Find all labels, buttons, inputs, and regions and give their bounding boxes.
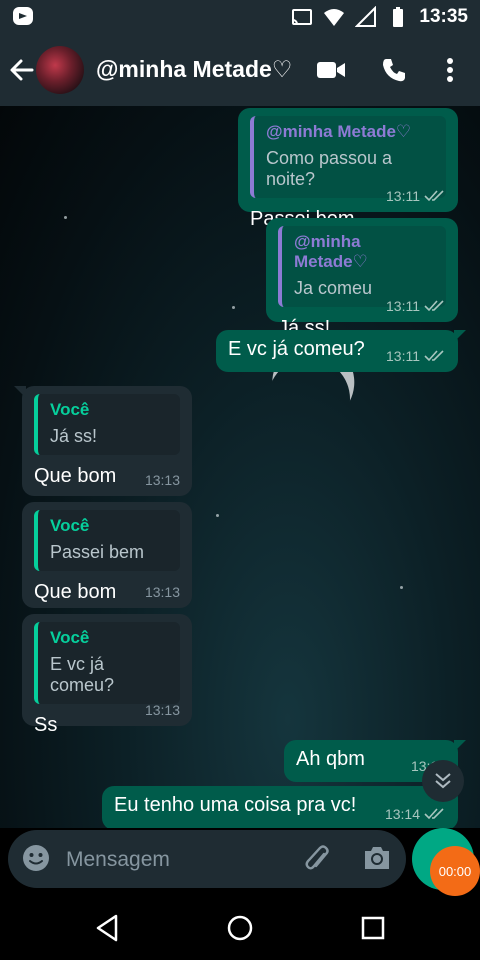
chat-area[interactable]: @minha Metade♡ Como passou a noite? Pass… <box>0 106 480 828</box>
message-time: 13:13 <box>144 702 180 718</box>
message-bubble-outgoing[interactable]: Eu tenho uma coisa pra vc! 13:14 <box>102 786 458 828</box>
nav-recents-icon[interactable] <box>357 912 389 944</box>
message-time: 13:11 <box>386 298 420 314</box>
quoted-message[interactable]: @minha Metade♡ Ja comeu <box>278 226 446 307</box>
nav-home-icon[interactable] <box>224 912 256 944</box>
bubble-tail <box>14 386 26 398</box>
attach-paperclip-icon[interactable] <box>304 844 332 874</box>
quoted-message[interactable]: Você E vc já comeu? <box>34 622 180 704</box>
message-bubble-outgoing[interactable]: E vc já comeu? 13:11 <box>216 330 466 372</box>
quoted-text: Passei bem <box>50 542 145 562</box>
quoted-text: Ja comeu <box>294 278 373 298</box>
message-time: 13:11 <box>386 348 420 364</box>
more-options-icon <box>447 58 453 82</box>
message-meta: 13:13 <box>145 584 180 600</box>
video-call-button[interactable] <box>315 54 347 86</box>
emoji-icon[interactable] <box>22 844 50 872</box>
message-bubble-incoming[interactable]: Você Passei bem Que bom 13:13 <box>22 502 192 608</box>
wallpaper-star <box>232 306 235 309</box>
cast-icon <box>292 9 313 25</box>
battery-icon <box>393 7 404 27</box>
nav-back-icon[interactable] <box>92 912 124 944</box>
double-check-icon <box>424 808 444 820</box>
quoted-author: @minha Metade♡ <box>266 122 412 141</box>
signal-icon <box>355 6 377 27</box>
contact-avatar[interactable] <box>36 46 84 94</box>
quoted-author: Você <box>50 400 90 419</box>
quoted-text: Como passou a noite? <box>266 148 393 189</box>
back-arrow-icon[interactable] <box>8 56 36 84</box>
contact-name[interactable]: @minha Metade♡ <box>96 56 292 83</box>
wifi-icon <box>324 9 345 26</box>
message-compose-bar <box>8 830 406 890</box>
status-icons: 13:35 <box>291 4 468 30</box>
quoted-text: E vc já comeu? <box>50 654 115 695</box>
message-time: 13:13 <box>144 584 180 600</box>
message-bubble-incoming[interactable]: Você Já ss! Que bom 13:13 <box>14 386 192 496</box>
message-time: 13:14 <box>384 806 420 822</box>
quoted-text: Já ss! <box>50 426 98 446</box>
camera-icon[interactable] <box>362 844 392 872</box>
message-meta: 13:11 <box>386 298 446 314</box>
recording-timer-badge[interactable]: 00:00 <box>430 846 480 896</box>
double-check-icon <box>424 300 444 312</box>
bubble-tail <box>454 740 466 752</box>
android-nav-bar <box>0 896 480 960</box>
status-time: 13:35 <box>419 6 468 27</box>
wallpaper-star <box>216 514 219 517</box>
message-meta: 13:14 <box>385 806 446 822</box>
voice-call-button[interactable] <box>378 54 410 86</box>
quoted-author: Você <box>50 516 90 535</box>
phone-icon <box>383 59 405 82</box>
whatsapp-status-icon <box>13 7 33 25</box>
message-meta: 13:11 <box>386 188 446 204</box>
message-bubble-outgoing[interactable]: @minha Metade♡ Como passou a noite? Pass… <box>238 108 458 230</box>
more-options-button[interactable] <box>434 54 466 86</box>
double-check-icon <box>424 350 444 362</box>
quoted-message[interactable]: Você Já ss! <box>34 394 180 455</box>
message-time: 13:11 <box>386 188 420 204</box>
video-call-icon <box>317 62 345 78</box>
message-bubble-outgoing[interactable]: @minha Metade♡ Ja comeu Já ss! 13:11 <box>266 218 458 339</box>
message-input[interactable] <box>64 830 288 890</box>
double-check-icon <box>424 190 444 202</box>
chat-header: @minha Metade♡ <box>0 34 480 106</box>
scroll-to-bottom-button[interactable] <box>422 760 464 802</box>
quoted-author: @minha Metade♡ <box>294 232 368 271</box>
quoted-message[interactable]: Você Passei bem <box>34 510 180 571</box>
message-meta: 13:13 <box>145 702 180 718</box>
wallpaper-star <box>400 586 403 589</box>
quoted-message[interactable]: @minha Metade♡ Como passou a noite? <box>250 116 446 198</box>
wallpaper-star <box>64 216 67 219</box>
message-meta: 13:13 <box>145 472 180 488</box>
message-time: 13:13 <box>144 472 180 488</box>
double-chevron-down-icon <box>435 773 451 789</box>
message-meta: 13:11 <box>386 348 446 364</box>
quoted-author: Você <box>50 628 90 647</box>
message-bubble-incoming[interactable]: Você E vc já comeu? Ss 13:13 <box>22 614 192 736</box>
bubble-tail <box>454 330 466 342</box>
status-bar: 13:35 <box>0 0 480 34</box>
